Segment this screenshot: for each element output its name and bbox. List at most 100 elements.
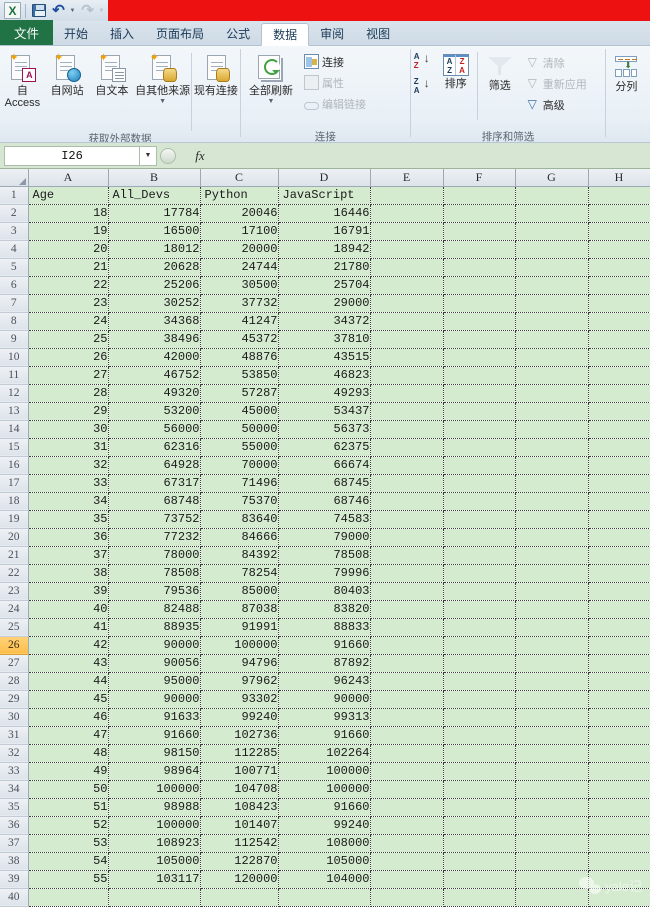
- cell-A9[interactable]: 25: [28, 330, 109, 349]
- cell-G26[interactable]: [515, 636, 589, 655]
- cell-D28[interactable]: 96243: [278, 672, 371, 691]
- cell-G37[interactable]: [515, 834, 589, 853]
- cell-C36[interactable]: 101407: [200, 816, 279, 835]
- cell-H18[interactable]: [588, 492, 650, 511]
- cell-B13[interactable]: 53200: [108, 402, 201, 421]
- row-header-23[interactable]: 23: [0, 582, 29, 601]
- cell-E30[interactable]: [370, 708, 444, 727]
- cell-A2[interactable]: 18: [28, 204, 109, 223]
- cell-B2[interactable]: 17784: [108, 204, 201, 223]
- row-header-38[interactable]: 38: [0, 852, 29, 871]
- cell-G30[interactable]: [515, 708, 589, 727]
- row-header-35[interactable]: 35: [0, 798, 29, 817]
- cell-F22[interactable]: [443, 564, 516, 583]
- cell-A17[interactable]: 33: [28, 474, 109, 493]
- cell-B17[interactable]: 67317: [108, 474, 201, 493]
- from-other-sources-button[interactable]: ✦ 自其他来源 ▼: [134, 49, 191, 106]
- cell-D12[interactable]: 49293: [278, 384, 371, 403]
- cell-G9[interactable]: [515, 330, 589, 349]
- cell-F14[interactable]: [443, 420, 516, 439]
- cell-C10[interactable]: 48876: [200, 348, 279, 367]
- cell-G12[interactable]: [515, 384, 589, 403]
- cell-A33[interactable]: 49: [28, 762, 109, 781]
- cell-B27[interactable]: 90056: [108, 654, 201, 673]
- cell-G17[interactable]: [515, 474, 589, 493]
- cell-G28[interactable]: [515, 672, 589, 691]
- cell-G32[interactable]: [515, 744, 589, 763]
- cell-E31[interactable]: [370, 726, 444, 745]
- cell-B6[interactable]: 25206: [108, 276, 201, 295]
- tab-review[interactable]: 审阅: [309, 22, 355, 45]
- cell-D22[interactable]: 79996: [278, 564, 371, 583]
- cell-A6[interactable]: 22: [28, 276, 109, 295]
- column-header-B[interactable]: B: [108, 169, 201, 187]
- cell-C15[interactable]: 55000: [200, 438, 279, 457]
- cell-E32[interactable]: [370, 744, 444, 763]
- cell-H24[interactable]: [588, 600, 650, 619]
- cell-D29[interactable]: 90000: [278, 690, 371, 709]
- cell-F21[interactable]: [443, 546, 516, 565]
- cell-D8[interactable]: 34372: [278, 312, 371, 331]
- cell-H2[interactable]: [588, 204, 650, 223]
- row-header-9[interactable]: 9: [0, 330, 29, 349]
- cell-C20[interactable]: 84666: [200, 528, 279, 547]
- sort-ascending-button[interactable]: A Z ↓: [414, 52, 432, 72]
- cell-C23[interactable]: 85000: [200, 582, 279, 601]
- cell-D24[interactable]: 83820: [278, 600, 371, 619]
- cell-F24[interactable]: [443, 600, 516, 619]
- cell-D32[interactable]: 102264: [278, 744, 371, 763]
- cell-A40[interactable]: [28, 888, 109, 907]
- row-header-29[interactable]: 29: [0, 690, 29, 709]
- cell-B25[interactable]: 88935: [108, 618, 201, 637]
- cell-D7[interactable]: 29000: [278, 294, 371, 313]
- cell-C40[interactable]: [200, 888, 279, 907]
- cell-C38[interactable]: 122870: [200, 852, 279, 871]
- cell-D26[interactable]: 91660: [278, 636, 371, 655]
- cell-B22[interactable]: 78508: [108, 564, 201, 583]
- redo-button[interactable]: ↷: [78, 2, 97, 20]
- cell-E13[interactable]: [370, 402, 444, 421]
- cell-D6[interactable]: 25704: [278, 276, 371, 295]
- cell-C28[interactable]: 97962: [200, 672, 279, 691]
- cell-D1[interactable]: JavaScript: [278, 186, 371, 205]
- row-header-27[interactable]: 27: [0, 654, 29, 673]
- cell-B19[interactable]: 73752: [108, 510, 201, 529]
- row-header-26[interactable]: 26: [0, 636, 29, 655]
- cell-G25[interactable]: [515, 618, 589, 637]
- row-header-22[interactable]: 22: [0, 564, 29, 583]
- from-access-button[interactable]: ✦ A 自 Access: [0, 49, 45, 110]
- cell-H35[interactable]: [588, 798, 650, 817]
- cell-D14[interactable]: 56373: [278, 420, 371, 439]
- row-header-24[interactable]: 24: [0, 600, 29, 619]
- cell-G13[interactable]: [515, 402, 589, 421]
- row-header-39[interactable]: 39: [0, 870, 29, 889]
- cell-A32[interactable]: 48: [28, 744, 109, 763]
- cell-B24[interactable]: 82488: [108, 600, 201, 619]
- row-header-13[interactable]: 13: [0, 402, 29, 421]
- cell-B5[interactable]: 20628: [108, 258, 201, 277]
- cell-F30[interactable]: [443, 708, 516, 727]
- column-header-H[interactable]: H: [588, 169, 650, 187]
- cell-B8[interactable]: 34368: [108, 312, 201, 331]
- cell-A35[interactable]: 51: [28, 798, 109, 817]
- cell-H12[interactable]: [588, 384, 650, 403]
- cell-H25[interactable]: [588, 618, 650, 637]
- edit-links-button[interactable]: 编辑链接: [301, 93, 369, 114]
- cell-D37[interactable]: 108000: [278, 834, 371, 853]
- cell-C1[interactable]: Python: [200, 186, 279, 205]
- cell-D17[interactable]: 68745: [278, 474, 371, 493]
- cell-H16[interactable]: [588, 456, 650, 475]
- cell-D27[interactable]: 87892: [278, 654, 371, 673]
- cell-B3[interactable]: 16500: [108, 222, 201, 241]
- tab-data[interactable]: 数据: [261, 23, 310, 46]
- cell-B37[interactable]: 108923: [108, 834, 201, 853]
- row-header-40[interactable]: 40: [0, 888, 29, 907]
- cell-H11[interactable]: [588, 366, 650, 385]
- cell-G38[interactable]: [515, 852, 589, 871]
- cell-B40[interactable]: [108, 888, 201, 907]
- cell-F34[interactable]: [443, 780, 516, 799]
- cell-G7[interactable]: [515, 294, 589, 313]
- row-header-17[interactable]: 17: [0, 474, 29, 493]
- cell-G18[interactable]: [515, 492, 589, 511]
- cell-A16[interactable]: 32: [28, 456, 109, 475]
